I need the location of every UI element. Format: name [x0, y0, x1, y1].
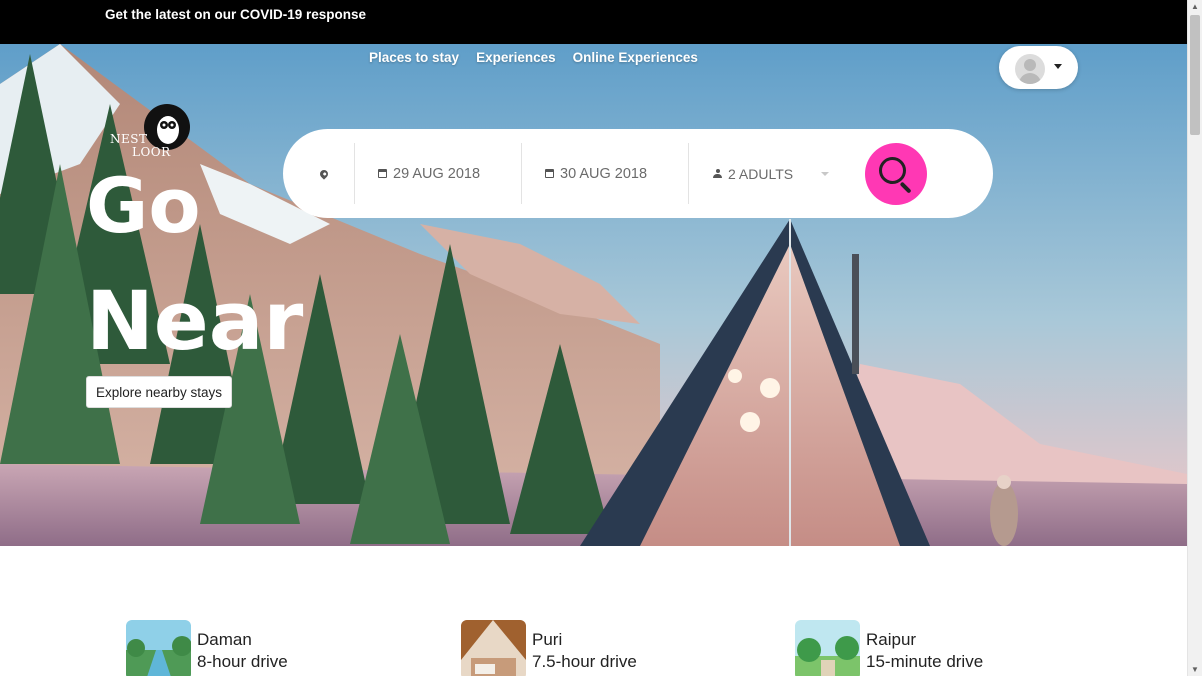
hero-headline-line2: Near [86, 275, 304, 369]
search-icon [879, 157, 906, 184]
guests-value: 2 ADULTS [728, 165, 794, 182]
logo-text-line2: LOOR [132, 145, 171, 159]
page-scrollbar[interactable]: ▲ ▼ [1187, 0, 1202, 676]
calendar-icon [545, 169, 554, 178]
check-in-field[interactable]: 29 AUG 2018 [378, 129, 480, 218]
nav-places-to-stay[interactable]: Places to stay [369, 50, 459, 65]
user-menu-button[interactable] [999, 46, 1078, 89]
destination-name: Daman [197, 630, 252, 649]
check-in-value: 29 AUG 2018 [393, 165, 481, 182]
user-avatar-icon [1015, 54, 1045, 84]
check-out-field[interactable]: 30 AUG 2018 [545, 129, 647, 218]
destination-name: Puri [532, 630, 563, 649]
person-icon [713, 169, 722, 178]
destination-drive-time: 15-minute drive [866, 652, 984, 671]
location-pin-icon [318, 167, 330, 180]
chevron-down-icon [1054, 64, 1062, 69]
divider [521, 143, 522, 204]
destination-thumbnail [126, 620, 191, 676]
destination-thumbnail [795, 620, 860, 676]
destination-thumbnail [461, 620, 526, 676]
scroll-down-arrow-icon[interactable]: ▼ [1191, 665, 1199, 674]
explore-nearby-button[interactable]: Explore nearby stays [86, 376, 232, 408]
covid-banner: Get the latest on our COVID-19 response [0, 0, 1187, 44]
scroll-up-arrow-icon[interactable]: ▲ [1191, 2, 1199, 11]
logo-text-line1: NEST [110, 132, 148, 146]
nav-experiences[interactable]: Experiences [476, 50, 556, 65]
covid-banner-link[interactable]: Get the latest on our COVID-19 response [105, 7, 366, 22]
owl-logo-icon [144, 104, 190, 150]
search-button[interactable] [865, 143, 927, 205]
calendar-icon [378, 169, 387, 178]
divider [354, 143, 355, 204]
destination-drive-time: 8-hour drive [197, 652, 288, 671]
nav-online-experiences[interactable]: Online Experiences [573, 50, 698, 65]
brand-logo[interactable]: NEST LOOR [108, 102, 194, 160]
search-bar: 29 AUG 2018 30 AUG 2018 2 ADULTS [283, 129, 993, 218]
destination-name: Raipur [866, 630, 917, 649]
check-out-value: 30 AUG 2018 [560, 165, 648, 182]
chevron-down-icon [821, 172, 829, 176]
hero-headline-line1: Go [86, 161, 201, 250]
scrollbar-thumb[interactable] [1190, 15, 1200, 135]
destination-drive-time: 7.5-hour drive [532, 652, 637, 671]
location-field[interactable] [318, 129, 334, 218]
hero-section: Places to stay Experiences Online Experi… [0, 44, 1187, 546]
divider [688, 143, 689, 204]
guests-select[interactable]: 2 ADULTS [713, 129, 793, 218]
main-nav: Places to stay Experiences Online Experi… [369, 50, 698, 65]
